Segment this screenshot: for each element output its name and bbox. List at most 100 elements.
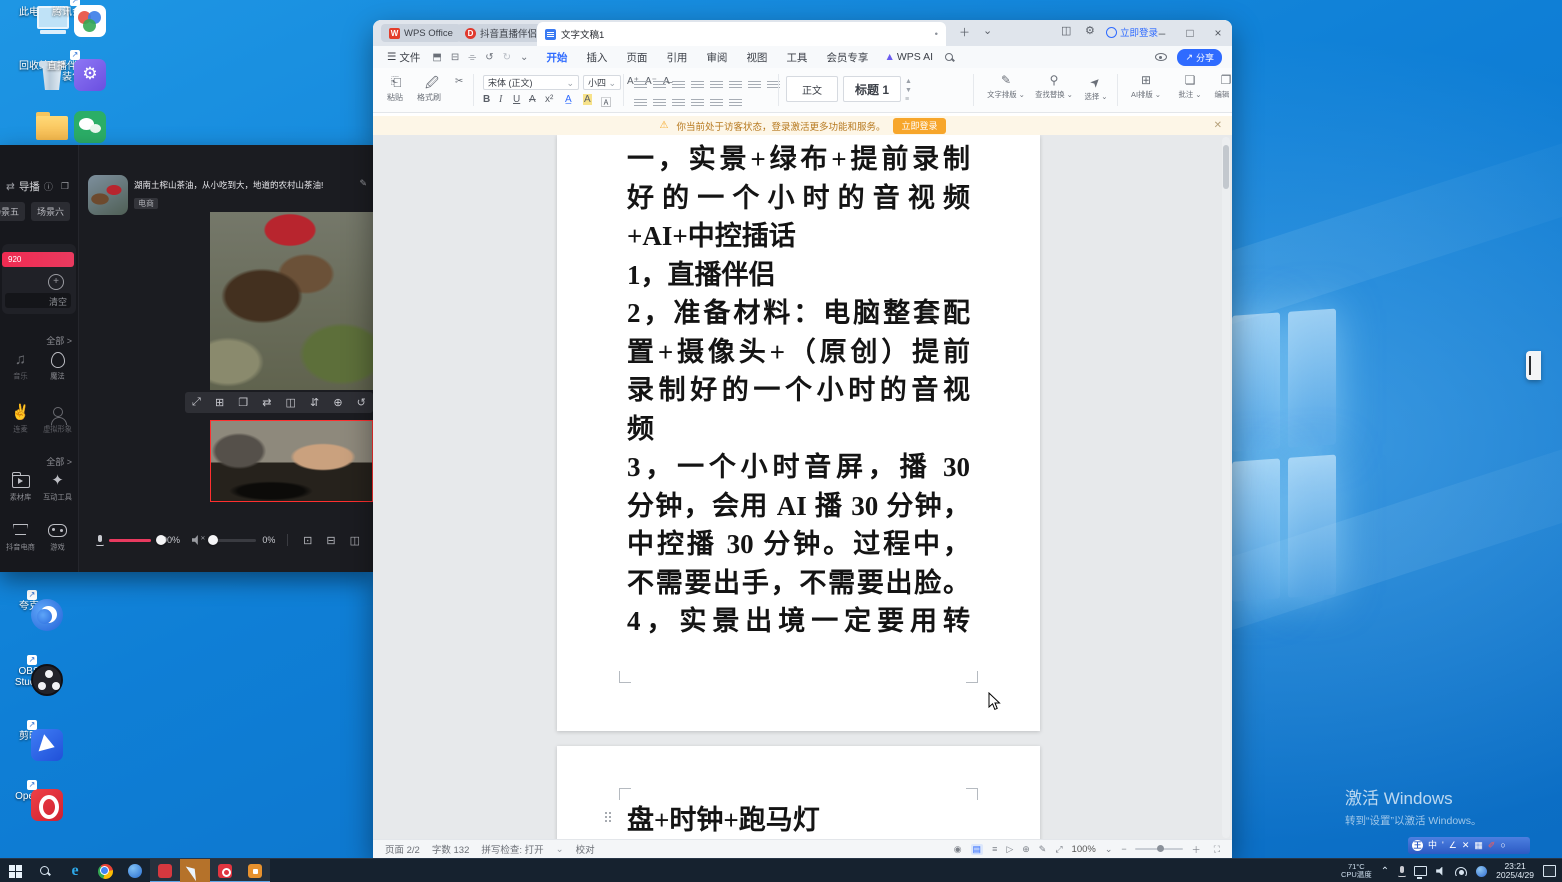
tray-volume-icon[interactable] — [1436, 867, 1446, 876]
desktop-icon-opera[interactable]: ↗ Opera — [3, 788, 55, 802]
taskbar-red-app[interactable] — [150, 859, 180, 882]
style-gallery-down[interactable]: ▼ — [905, 87, 912, 94]
taskbar-edge[interactable]: e — [60, 859, 90, 882]
layout-switch-icon[interactable]: ◫ — [1061, 24, 1071, 37]
taskbar-search-button[interactable] — [30, 859, 60, 882]
fullscreen-icon[interactable]: ⛶ — [1214, 844, 1220, 855]
action-center-icon[interactable] — [1543, 865, 1556, 877]
comment-input[interactable]: 清空 — [5, 293, 71, 308]
task-pane-icon[interactable]: ◉ — [954, 844, 962, 855]
tray-app-icon[interactable] — [1476, 866, 1487, 877]
style-body[interactable]: 正文 — [786, 76, 838, 102]
tray-clock[interactable]: 23:21 2025/4/29 — [1496, 862, 1534, 881]
grid-icon[interactable]: ⊞ — [215, 396, 224, 409]
font-name-select[interactable]: 宋体 (正文)⌄ — [483, 75, 579, 90]
document-page-2[interactable]: 盘+时钟+跑马灯 — [557, 746, 1040, 840]
tool-ecommerce[interactable]: 抖音电商 — [2, 521, 39, 553]
clear-button[interactable]: 清空 — [49, 295, 67, 308]
indent-decrease-icon[interactable] — [691, 81, 704, 90]
save-icon[interactable]: ⬒ — [432, 52, 441, 63]
cut-icon[interactable]: ✂ — [455, 76, 463, 87]
redo-icon[interactable]: ↻ — [503, 52, 511, 63]
tools-more-link[interactable]: 全部 > — [46, 334, 72, 347]
taskbar-opera[interactable] — [210, 859, 240, 882]
zoom-slider[interactable] — [1135, 848, 1183, 850]
close-button[interactable]: × — [1204, 20, 1232, 46]
tab-review[interactable]: 审阅 — [704, 47, 729, 68]
camera-source-selected[interactable] — [210, 420, 373, 502]
customize-caret-icon[interactable]: ⌄ — [520, 52, 528, 63]
style-heading1[interactable]: 标题 1 — [843, 76, 901, 102]
info-icon[interactable]: ⓘ — [44, 180, 53, 193]
tool-games[interactable]: 游戏 — [39, 521, 76, 553]
mic-volume-slider[interactable] — [109, 539, 150, 542]
scrollbar-thumb[interactable] — [1223, 145, 1229, 189]
bullet-list-icon[interactable] — [634, 81, 647, 90]
tab-insert[interactable]: 插入 — [584, 47, 609, 68]
taskbar-orange-app[interactable] — [240, 859, 270, 882]
duplicate-icon[interactable]: ❐ — [238, 396, 248, 409]
group-edit[interactable]: ❐ 编辑 ⌄ — [1203, 73, 1232, 100]
fullscreen-icon[interactable]: ⤢ — [192, 396, 201, 409]
spellcheck-status[interactable]: 拼写检查: 打开 — [481, 842, 543, 856]
tool-avatar[interactable]: 虚拟形象 — [39, 403, 76, 435]
new-tab-button[interactable]: ＋ — [959, 24, 970, 40]
add-source-icon[interactable]: + — [48, 274, 64, 290]
taskbar-browser-blue[interactable] — [120, 859, 150, 882]
tab-wps-home[interactable]: W WPS Office — [381, 24, 461, 42]
zoom-level[interactable]: 100% — [1072, 844, 1096, 855]
number-list-icon[interactable] — [653, 81, 666, 90]
ime-handwriting-icon[interactable]: ✐ — [1488, 837, 1496, 854]
print-icon[interactable]: ⊟ — [451, 52, 459, 63]
desktop-icon-obs[interactable]: ↗ OBS Studio — [3, 663, 55, 688]
tab-tools[interactable]: 工具 — [784, 47, 809, 68]
tool-music[interactable]: ♫ 音乐 — [2, 350, 39, 382]
shading-icon[interactable] — [729, 99, 742, 108]
ime-mode-toggle[interactable]: 中 — [1428, 837, 1437, 854]
eye-protect-icon[interactable] — [1155, 53, 1167, 61]
tool-co-stream[interactable]: ✌ 连麦 — [2, 403, 39, 435]
edit-mode-icon[interactable]: ✎ — [1039, 844, 1047, 855]
print-preview-icon[interactable]: ⊕ — [1022, 844, 1030, 855]
multilevel-list-icon[interactable] — [672, 81, 685, 90]
tool-interactive[interactable]: ✦ 互动工具 — [39, 471, 76, 503]
maximize-button[interactable]: □ — [1176, 20, 1204, 46]
ime-punctuation-icon[interactable]: ' — [1442, 837, 1444, 854]
document-canvas[interactable]: 一，实景+绿布+提前录制 好的一个小时的音视频 +AI+中控插话 1，直播伴侣 … — [373, 135, 1232, 840]
taskbar-chrome[interactable] — [90, 859, 120, 882]
tab-reference[interactable]: 引用 — [664, 47, 689, 68]
cpu-temp-widget[interactable]: 71°C CPU温度 — [1341, 863, 1372, 879]
flip-icon[interactable]: ⇄ — [262, 396, 271, 409]
crop-icon[interactable]: ◫ — [286, 396, 296, 409]
desktop-icon-installer[interactable]: ⚙↗ 直播伴侣安装包 — [46, 58, 98, 83]
start-button[interactable] — [0, 859, 30, 882]
spacing-icon[interactable] — [729, 81, 742, 90]
align-center-icon[interactable] — [653, 99, 666, 108]
ime-toolbar[interactable]: 王 中 ' ∠ ✕ ▦ ✐ ○ — [1408, 837, 1530, 854]
desktop-icon-quark[interactable]: ↗ 夸克 — [3, 598, 55, 612]
tray-mic-icon[interactable] — [1398, 866, 1405, 877]
align-right-icon[interactable] — [672, 99, 685, 108]
fit-page-icon[interactable]: ⤢ — [1055, 844, 1062, 855]
export-icon[interactable]: ⌯ — [468, 52, 476, 63]
group-ai-layout[interactable]: ⊞ AI排版 ⌄ — [1123, 73, 1169, 100]
read-mode-icon[interactable]: ▷ — [1006, 844, 1013, 855]
word-count[interactable]: 字数 132 — [432, 842, 470, 856]
paste-icon[interactable]: ⎗ — [391, 74, 401, 90]
ime-shape-icon[interactable]: ∠ — [1449, 837, 1457, 854]
flip-vertical-icon[interactable]: ⇵ — [310, 396, 319, 409]
zoom-in-button[interactable]: ＋ — [1192, 843, 1201, 856]
search-icon[interactable] — [945, 53, 954, 62]
tools-more-link-2[interactable]: 全部 > — [46, 455, 72, 468]
speaker-muted-icon[interactable] — [192, 535, 201, 545]
reset-icon[interactable]: ↺ — [357, 396, 366, 409]
desktop-icon-jianying[interactable]: ↗ 剪映 — [3, 728, 55, 742]
scene-tab-6[interactable]: 场景六 — [31, 202, 70, 221]
banner-login-button[interactable]: 立即登录 — [893, 118, 945, 134]
banner-close-icon[interactable]: ✕ — [1214, 120, 1222, 131]
scene-tab-5[interactable]: 场景五 — [0, 202, 25, 221]
camera-icon[interactable]: ⊡ — [303, 534, 312, 547]
page-view-icon[interactable]: ▤ — [971, 844, 984, 855]
vertical-scrollbar[interactable] — [1222, 137, 1230, 838]
swap-icon[interactable]: ⇄ — [6, 181, 15, 193]
